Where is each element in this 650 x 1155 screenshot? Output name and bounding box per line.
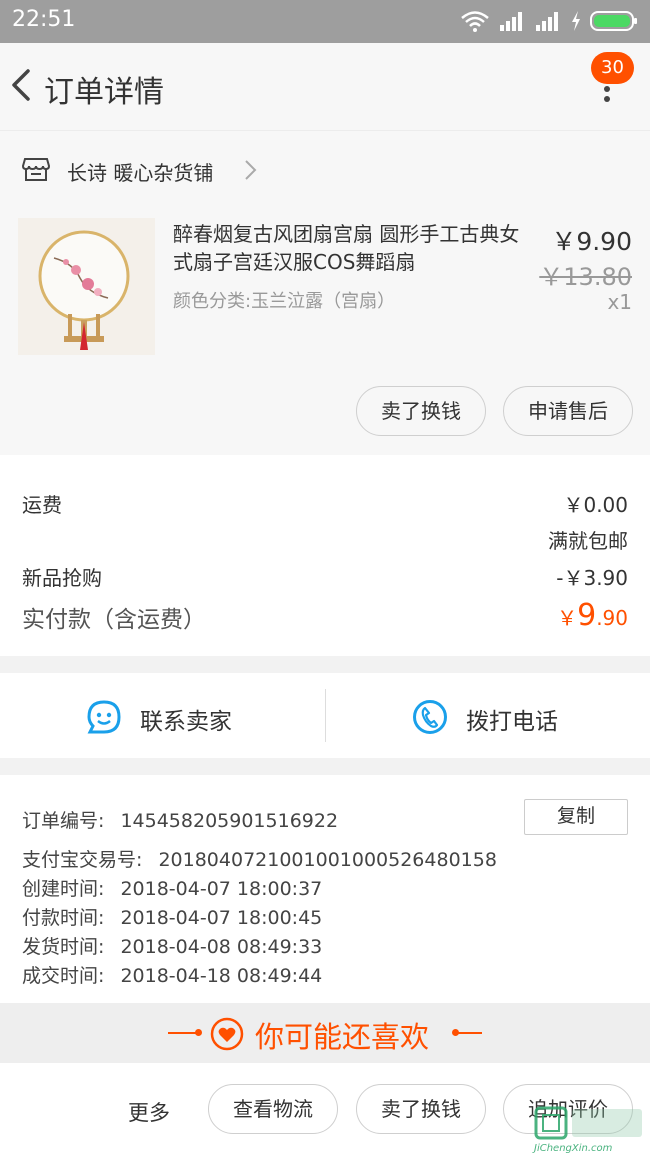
resell-bottom-button[interactable]: 卖了换钱 (356, 1084, 486, 1134)
order-info: 订单编号: 145458205901516922 复制 支付宝交易号: 2018… (0, 775, 650, 1003)
heart-icon (210, 1017, 244, 1051)
alipay-row: 支付宝交易号: 2018040721001001000526480158 (22, 845, 497, 872)
completed-time: 2018-04-18 08:49:44 (120, 965, 323, 987)
wifi-icon (461, 11, 489, 32)
watermark-logo: JiChengXin.com (532, 1106, 642, 1154)
watermark-text: JiChengXin.com (532, 1143, 613, 1154)
total-decimal: .90 (596, 606, 628, 630)
completed-row: 成交时间: 2018-04-18 08:49:44 (22, 961, 322, 988)
shipped-row: 发货时间: 2018-04-08 08:49:33 (22, 932, 322, 959)
status-time: 22:51 (12, 7, 76, 32)
paid-time: 2018-04-07 18:00:45 (120, 907, 323, 929)
recommend-banner: 你可能还喜欢 (0, 1003, 650, 1063)
message-badge: 30 (591, 52, 634, 84)
recommend-line-right (456, 1032, 482, 1034)
product-thumbnail (18, 218, 155, 355)
shop-row[interactable]: 长诗 暖心杂货铺 (0, 130, 650, 207)
signal-icon (500, 12, 522, 31)
shipped-label: 发货时间: (22, 936, 105, 958)
product-card[interactable]: 醉春烟复古风团扇宫扇 圆形手工古典女式扇子宫廷汉服COS舞蹈扇 颜色分类:玉兰泣… (0, 207, 650, 455)
battery-icon (590, 11, 637, 31)
product-variant: 颜色分类:玉兰泣露（宫扇） (173, 291, 396, 312)
view-logistics-button[interactable]: 查看物流 (208, 1084, 338, 1134)
recommend-line-left (168, 1032, 198, 1034)
created-label: 创建时间: (22, 878, 105, 900)
product-quantity: x1 (607, 290, 632, 314)
signal-icon-2 (536, 12, 558, 31)
shipping-value: ￥0.00 (563, 493, 628, 517)
total-amount: ￥9.90 (557, 598, 628, 633)
contact-seller-label: 联系卖家 (140, 709, 232, 735)
after-sale-button[interactable]: 申请售后 (503, 386, 633, 436)
total-currency: ￥ (557, 606, 578, 630)
resell-button[interactable]: 卖了换钱 (356, 386, 486, 436)
contact-seller-button[interactable]: 联系卖家 (0, 673, 325, 758)
order-number-label: 订单编号: (22, 810, 105, 832)
alipay-label: 支付宝交易号: (22, 849, 143, 871)
product-price: ￥9.90 (551, 227, 632, 256)
shipping-note: 满就包邮 (548, 529, 628, 553)
back-arrow-icon[interactable] (8, 65, 38, 105)
order-number: 145458205901516922 (120, 810, 339, 832)
contact-bar: 联系卖家 拨打电话 (0, 673, 650, 758)
shipping-label: 运费 (22, 493, 62, 517)
status-bar: 22:51 (0, 0, 650, 43)
status-icons (460, 8, 638, 34)
product-original-price: ￥13.80 (539, 263, 632, 291)
paid-label: 付款时间: (22, 907, 105, 929)
chevron-right-icon (245, 160, 257, 180)
total-integer: 9 (577, 598, 597, 633)
charging-icon (572, 11, 580, 31)
recommend-dot-left (195, 1029, 202, 1036)
total-label: 实付款（含运费） (22, 607, 206, 633)
alipay-number: 2018040721001001000526480158 (158, 849, 497, 871)
order-number-row: 订单编号: 145458205901516922 (22, 806, 338, 833)
product-title: 醉春烟复古风团扇宫扇 圆形手工古典女式扇子宫廷汉服COS舞蹈扇 (173, 222, 520, 274)
store-icon (22, 158, 50, 181)
copy-button[interactable]: 复制 (524, 799, 628, 835)
promo-value: -￥3.90 (556, 566, 628, 590)
created-row: 创建时间: 2018-04-07 18:00:37 (22, 874, 322, 901)
shop-name: 长诗 暖心杂货铺 (67, 161, 214, 185)
paid-row: 付款时间: 2018-04-07 18:00:45 (22, 903, 322, 930)
fee-summary: 运费 ￥0.00 满就包邮 新品抢购 -￥3.90 实付款（含运费） ￥9.90 (0, 455, 650, 656)
completed-label: 成交时间: (22, 965, 105, 987)
more-button[interactable]: 更多 (128, 1097, 170, 1127)
call-phone-button[interactable]: 拨打电话 (326, 673, 650, 758)
recommend-text: 你可能还喜欢 (255, 1020, 430, 1054)
nav-bar: 订单详情 30 (0, 43, 650, 130)
created-time: 2018-04-07 18:00:37 (120, 878, 323, 900)
promo-label: 新品抢购 (22, 566, 102, 590)
phone-icon (413, 700, 447, 734)
call-phone-label: 拨打电话 (466, 709, 558, 735)
page-title: 订单详情 (44, 75, 164, 110)
chat-bubble-icon (87, 700, 121, 734)
shipped-time: 2018-04-08 08:49:33 (120, 936, 323, 958)
